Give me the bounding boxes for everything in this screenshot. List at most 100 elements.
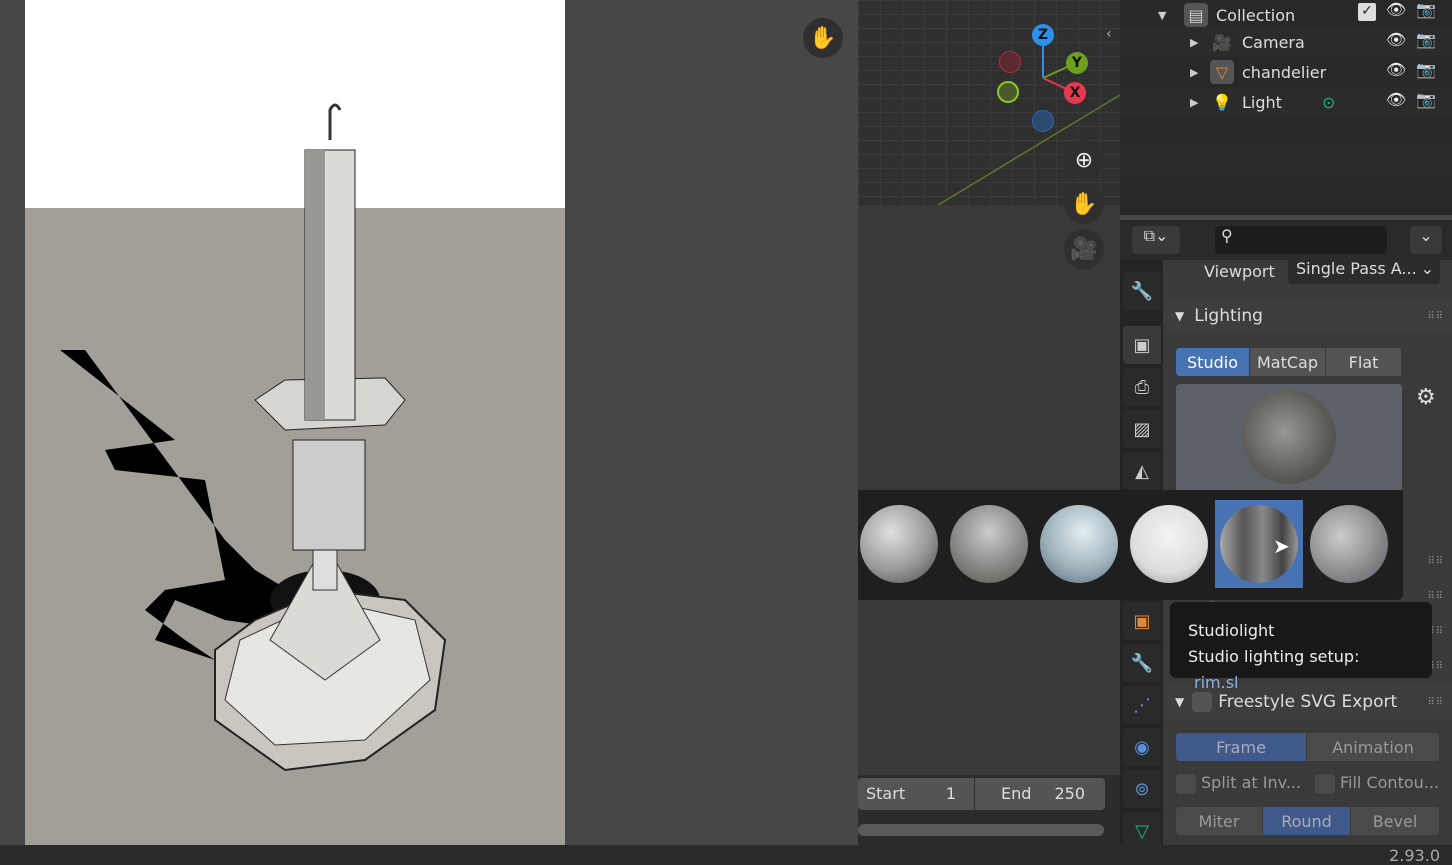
gizmo-neg-y-axis[interactable] [997, 81, 1019, 103]
expand-icon[interactable]: ▶ [1190, 96, 1204, 109]
studiolight-option[interactable] [860, 505, 938, 583]
drag-handle-icon[interactable]: ⠿⠿ [1427, 311, 1444, 322]
output-icon: ⎙ [1134, 376, 1150, 398]
light-data-icon[interactable]: ⊙ [1322, 93, 1335, 112]
studiolight-option[interactable] [1130, 505, 1208, 583]
export-mode-selector[interactable]: Frame Animation [1176, 733, 1440, 761]
panel-title: Lighting [1194, 306, 1263, 326]
collapse-icon[interactable]: ▼ [1158, 9, 1172, 22]
tab-render[interactable]: ▣ [1123, 326, 1161, 364]
gizmo-z-axis[interactable]: Z [1032, 24, 1054, 46]
studiolight-option[interactable] [1310, 505, 1388, 583]
version-label: 2.93.0 [1389, 846, 1440, 865]
tab-object[interactable]: ▣ [1123, 602, 1161, 640]
tab-output[interactable]: ⎙ [1123, 368, 1161, 406]
visibility-eye-icon[interactable]: 👁 [1386, 30, 1406, 49]
visibility-eye-icon[interactable]: 👁 [1386, 90, 1406, 109]
zoom-view-button[interactable]: ⊕ [1064, 140, 1104, 180]
expand-icon[interactable]: ▶ [1190, 66, 1204, 79]
end-label: End [1001, 784, 1032, 803]
render-camera-icon[interactable]: 📷 [1416, 0, 1436, 19]
collapse-sidebar-icon[interactable]: ‹ [1106, 26, 1112, 42]
hand-icon: ✋ [809, 25, 837, 51]
visibility-eye-icon[interactable]: 👁 [1386, 0, 1406, 19]
camera-icon: 🎥 [1070, 236, 1098, 262]
studiolight-tooltip: Studiolight Studio lighting setup: rim.s… [1170, 602, 1432, 692]
gizmo-x-axis[interactable]: X [1064, 82, 1086, 104]
animation-mode-button[interactable]: Animation [1307, 733, 1440, 761]
split-label: Split at Inv... [1201, 773, 1302, 792]
timeline-scrollbar[interactable] [858, 824, 1104, 836]
gizmo-neg-x-axis[interactable] [999, 51, 1021, 73]
properties-search-input[interactable]: ⚲ [1215, 226, 1387, 254]
split-checkbox[interactable] [1176, 773, 1196, 794]
tab-scene[interactable]: ◭ [1123, 452, 1161, 490]
tooltip-value: rim.sl [1194, 673, 1239, 692]
physics-icon: ◉ [1134, 736, 1150, 758]
constraints-icon: ⊚ [1134, 778, 1150, 800]
lighting-flat-button[interactable]: Flat [1326, 348, 1402, 376]
gear-icon[interactable]: ⚙ [1416, 385, 1436, 410]
options-dropdown-button[interactable]: ⌄ [1410, 226, 1442, 254]
visibility-eye-icon[interactable]: 👁 [1386, 60, 1406, 79]
collection-icon: ▤ [1184, 3, 1208, 27]
studiolight-preview[interactable] [1176, 384, 1402, 494]
pan-view-button[interactable]: ✋ [1064, 184, 1104, 224]
line-join-selector[interactable]: Miter Round Bevel [1176, 807, 1440, 835]
tooltip-title: Studiolight [1188, 621, 1275, 640]
start-frame-field[interactable]: Start 1 [858, 778, 974, 810]
split-at-invisible-option[interactable]: Split at Inv... [1176, 773, 1301, 794]
camera-object-icon: 🎥 [1212, 32, 1232, 52]
camera-view-button[interactable]: 🎥 [1064, 229, 1104, 269]
3d-viewport[interactable]: Z Y X ⊕ ✋ 🎥 ‹ [858, 0, 1120, 845]
tab-constraints[interactable]: ⊚ [1123, 770, 1161, 808]
zoom-in-icon: ⊕ [1074, 147, 1094, 173]
exclude-checkbox[interactable]: ✓ [1358, 3, 1376, 21]
join-bevel-button[interactable]: Bevel [1351, 807, 1440, 835]
drag-handle-icon[interactable]: ⠿⠿ [1427, 697, 1444, 708]
drag-handle-icon[interactable]: ⠿⠿ [1427, 591, 1444, 602]
tab-physics[interactable]: ◉ [1123, 728, 1161, 766]
view-layer-icon: ▨ [1133, 418, 1151, 440]
lighting-mode-selector[interactable]: Studio MatCap Flat [1176, 348, 1402, 376]
candlestick-render [60, 103, 447, 772]
join-round-button[interactable]: Round [1263, 807, 1351, 835]
particles-icon: ⋰ [1133, 694, 1151, 716]
lighting-studio-button[interactable]: Studio [1176, 348, 1250, 376]
tab-tool[interactable]: 🔧 [1123, 272, 1161, 310]
render-camera-icon[interactable]: 📷 [1416, 30, 1436, 49]
tab-view-layer[interactable]: ▨ [1123, 410, 1161, 448]
timeline: Start 1 End 250 [858, 775, 1120, 845]
hand-icon: ✋ [1070, 191, 1098, 217]
pan-view-button[interactable]: ✋ [803, 18, 843, 58]
gizmo-neg-z-axis[interactable] [1032, 110, 1054, 132]
render-camera-icon[interactable]: 📷 [1416, 90, 1436, 109]
tab-modifiers[interactable]: 🔧 [1123, 644, 1161, 682]
fill-contours-option[interactable]: Fill Contou... [1315, 773, 1439, 794]
wrench-icon: 🔧 [1130, 652, 1154, 674]
lighting-matcap-button[interactable]: MatCap [1250, 348, 1326, 376]
viewport-label: Viewport [1204, 262, 1275, 281]
end-frame-field[interactable]: End 250 [975, 778, 1105, 810]
gizmo-y-axis[interactable]: Y [1066, 52, 1088, 74]
drag-handle-icon[interactable]: ⠿⠿ [1427, 556, 1444, 567]
studiolight-option[interactable] [950, 505, 1028, 583]
viewport-samples-dropdown[interactable]: Single Pass A... ⌄ [1288, 256, 1440, 284]
render-camera-icon[interactable]: 📷 [1416, 60, 1436, 79]
start-value: 1 [945, 784, 956, 803]
join-miter-button[interactable]: Miter [1176, 807, 1263, 835]
status-bar: 2.93.0 [0, 845, 1452, 865]
expand-icon[interactable]: ▶ [1190, 36, 1204, 49]
studiolight-option-rim-selected[interactable]: ➤ [1215, 500, 1303, 588]
scene-icon: ◭ [1135, 460, 1149, 482]
fill-checkbox[interactable] [1315, 773, 1335, 794]
outliner: ▼ ▤ Collection ✓ ▶ 🎥 Camera ▶ ▽ chandeli… [1120, 0, 1452, 215]
frame-mode-button[interactable]: Frame [1176, 733, 1307, 761]
editor-type-button[interactable]: ⧉⌄ [1132, 226, 1180, 254]
tab-particles[interactable]: ⋰ [1123, 686, 1161, 724]
studiolight-option[interactable] [1040, 505, 1118, 583]
render-icon: ▣ [1133, 334, 1151, 356]
item-label: Light [1242, 92, 1282, 112]
lighting-panel-header[interactable]: ▼ Lighting ⠿⠿ [1163, 299, 1452, 333]
item-label: Camera [1242, 32, 1305, 52]
